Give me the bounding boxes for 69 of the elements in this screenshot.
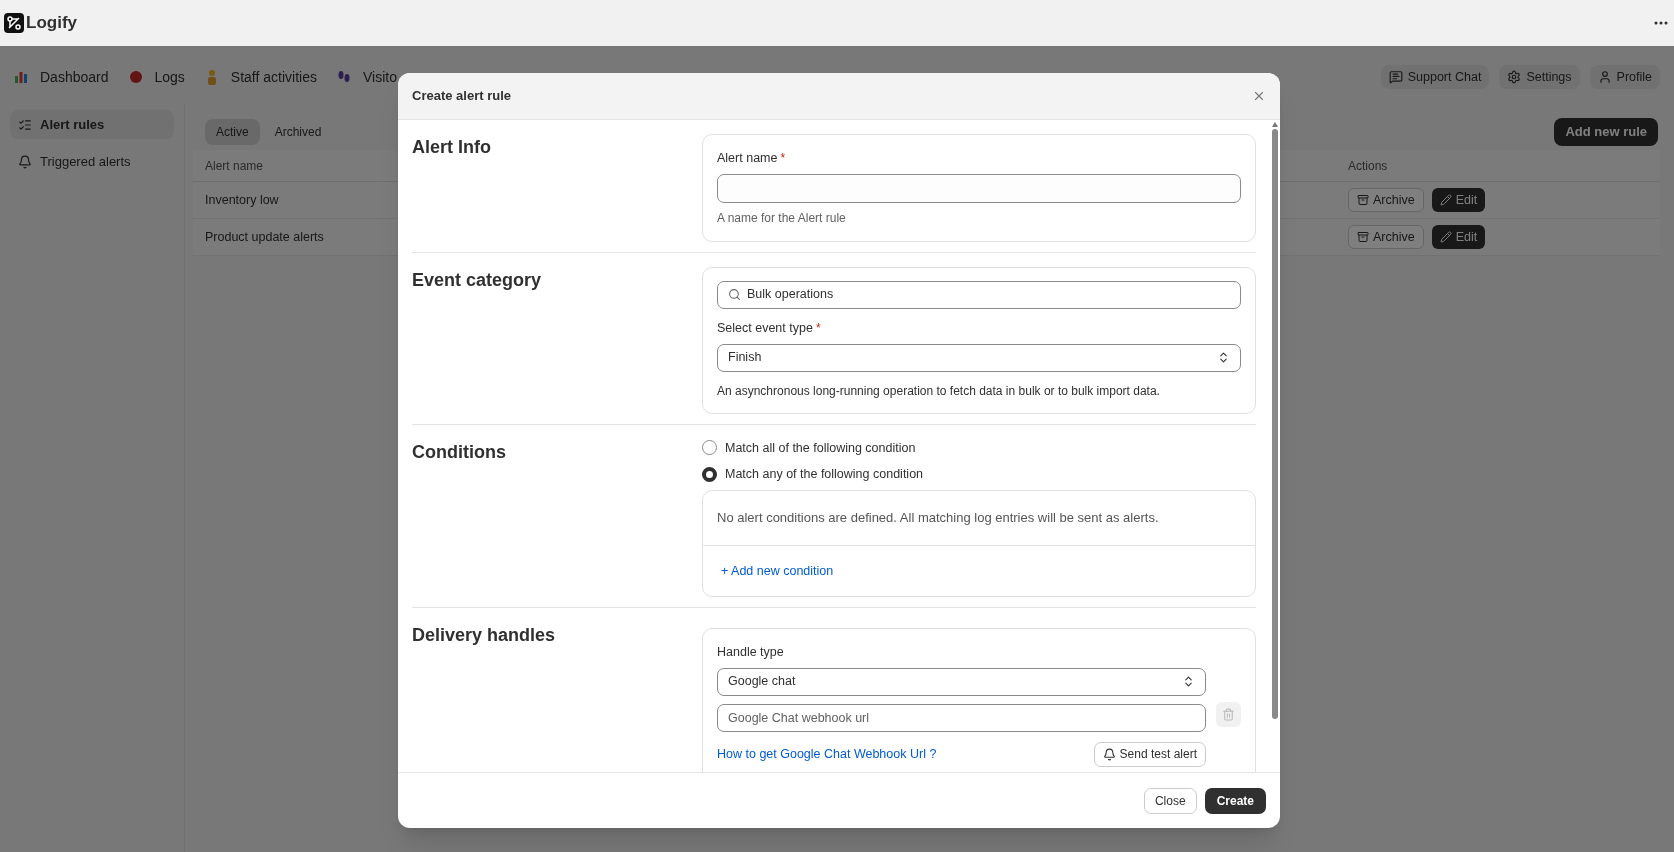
help-text: A name for the Alert rule: [717, 209, 847, 227]
create-button[interactable]: Create: [1204, 787, 1266, 814]
add-condition-link[interactable]: + Add new condition: [721, 561, 834, 581]
filter-tab[interactable]: Archived: [263, 119, 333, 145]
radio-label[interactable]: Match any of the following condition: [725, 465, 924, 484]
archive-button[interactable]: Archive: [1348, 188, 1424, 212]
nav-tab[interactable]: Visito: [363, 66, 397, 88]
archive-icon: [1357, 231, 1369, 243]
archive-button[interactable]: Archive: [1348, 225, 1424, 249]
bell-icon: [18, 154, 32, 169]
field-label: Handle type: [717, 644, 785, 661]
settings-icon: [1507, 70, 1522, 84]
nav-tab[interactable]: Logs: [154, 66, 185, 88]
empty-conditions-text: No alert conditions are defined. All matching log entries will be sent as alerts.: [717, 509, 1159, 528]
alert-name-field[interactable]: [717, 173, 1241, 203]
send-test-button[interactable]: Send test alert: [1093, 741, 1206, 767]
close-button[interactable]: Close: [1143, 787, 1197, 814]
header-button[interactable]: Support Chat: [1380, 65, 1490, 89]
footprints-icon: [337, 70, 351, 84]
more-icon[interactable]: [1654, 21, 1670, 25]
help-link[interactable]: How to get Google Chat Webhook Url ?: [717, 744, 937, 764]
help-text: An asynchronous long-running operation to fetch data in bulk or to bulk import data.: [717, 382, 1161, 400]
scroll-up-icon[interactable]: [1272, 122, 1278, 127]
edit-button[interactable]: Edit: [1431, 225, 1486, 249]
archive-icon: [1357, 194, 1369, 206]
nav-tab[interactable]: Dashboard: [40, 66, 109, 88]
header-button[interactable]: Settings: [1499, 65, 1580, 89]
section-heading: Event category: [412, 269, 542, 290]
radio-label[interactable]: Match all of the following condition: [725, 438, 916, 458]
trash-icon: [1222, 708, 1235, 722]
list-icon: [18, 117, 32, 132]
logo-icon: [4, 13, 24, 33]
section-heading: Delivery handles: [412, 625, 556, 645]
close-icon[interactable]: [1252, 89, 1266, 103]
chevron-updown-icon: [1182, 675, 1195, 689]
sidebar-item[interactable]: Alert rules: [10, 110, 174, 139]
edit-button[interactable]: Edit: [1431, 188, 1486, 212]
webhook-url-field[interactable]: Google Chat webhook url: [717, 703, 1206, 732]
chevron-updown-icon: [1217, 351, 1230, 364]
chat-icon: [1388, 70, 1403, 84]
table-cell: Product update alerts: [205, 229, 324, 244]
search-icon: [728, 288, 741, 302]
section-heading: Alert Info: [412, 137, 491, 157]
header-button[interactable]: Profile: [1589, 65, 1660, 89]
nav-tab[interactable]: Staff activities: [230, 66, 317, 88]
column-header: Actions: [1348, 157, 1389, 175]
add-rule-button[interactable]: Add new rule: [1554, 118, 1658, 146]
required-mark: *: [780, 150, 786, 168]
event-type-select[interactable]: Finish: [717, 343, 1241, 372]
section-heading: Conditions: [412, 441, 506, 462]
radio-button[interactable]: [702, 467, 717, 483]
column-header: Alert name: [205, 158, 264, 173]
circle-icon: [128, 70, 143, 84]
user-icon: [1597, 70, 1612, 84]
handle-type-select[interactable]: Google chat: [717, 667, 1206, 696]
bar-chart-icon: [14, 70, 28, 84]
required-mark: *: [815, 320, 821, 338]
table-cell: Inventory low: [205, 192, 279, 207]
field-label: Alert name: [717, 150, 778, 167]
dialog-title: Create alert rule: [412, 87, 511, 106]
filter-tab[interactable]: Active: [205, 119, 260, 145]
pencil-icon: [1439, 194, 1452, 206]
search-field[interactable]: Bulk operations: [717, 280, 1241, 309]
pencil-icon: [1439, 231, 1452, 243]
app-name: Logify: [26, 12, 77, 35]
sidebar-item[interactable]: Triggered alerts: [10, 147, 174, 176]
bell-icon: [1102, 747, 1116, 761]
radio-button[interactable]: [702, 440, 717, 456]
field-label: Select event type: [717, 319, 813, 337]
